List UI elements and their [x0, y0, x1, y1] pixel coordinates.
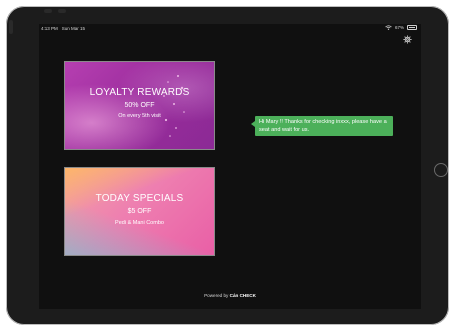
home-button[interactable]: [434, 163, 448, 177]
battery-icon: [407, 25, 417, 30]
status-time: 4:13 PM: [41, 26, 58, 31]
app-screen: 4:13 PM Sun Mar 15 67% LOYALTY REWARDS 5…: [39, 24, 421, 309]
powered-by-label: Powered by: [204, 293, 229, 298]
card-title: LOYALTY REWARDS: [89, 87, 190, 98]
volume-button: [58, 9, 66, 13]
status-date: Sun Mar 15: [61, 26, 86, 31]
status-bar: 4:13 PM Sun Mar 15 67%: [39, 24, 421, 34]
loyalty-rewards-card[interactable]: LOYALTY REWARDS 50% OFF On every 5th vis…: [64, 61, 215, 150]
card-offer: 50% OFF: [124, 102, 155, 109]
power-button: [9, 20, 13, 34]
card-offer: $5 OFF: [127, 208, 152, 215]
card-title: TODAY SPECIALS: [95, 193, 184, 204]
volume-button: [44, 9, 52, 13]
battery-percent: 67%: [394, 25, 404, 30]
card-detail: Pedi & Mani Combo: [115, 220, 164, 226]
footer: Powered by Cán CHECK: [39, 293, 421, 298]
card-detail: On every 5th visit: [118, 113, 161, 119]
greeting-message-bubble: Hi Mary !! Thanks for checking inxxx, pl…: [251, 116, 393, 136]
brand-logo: Cán CHECK: [229, 293, 256, 298]
greeting-message-text: Hi Mary !! Thanks for checking inxxx, pl…: [259, 119, 387, 133]
today-specials-card[interactable]: TODAY SPECIALS $5 OFF Pedi & Mani Combo: [64, 167, 215, 256]
bubble-tail: [251, 121, 255, 127]
gear-icon[interactable]: [403, 35, 412, 44]
wifi-icon: [385, 25, 392, 30]
